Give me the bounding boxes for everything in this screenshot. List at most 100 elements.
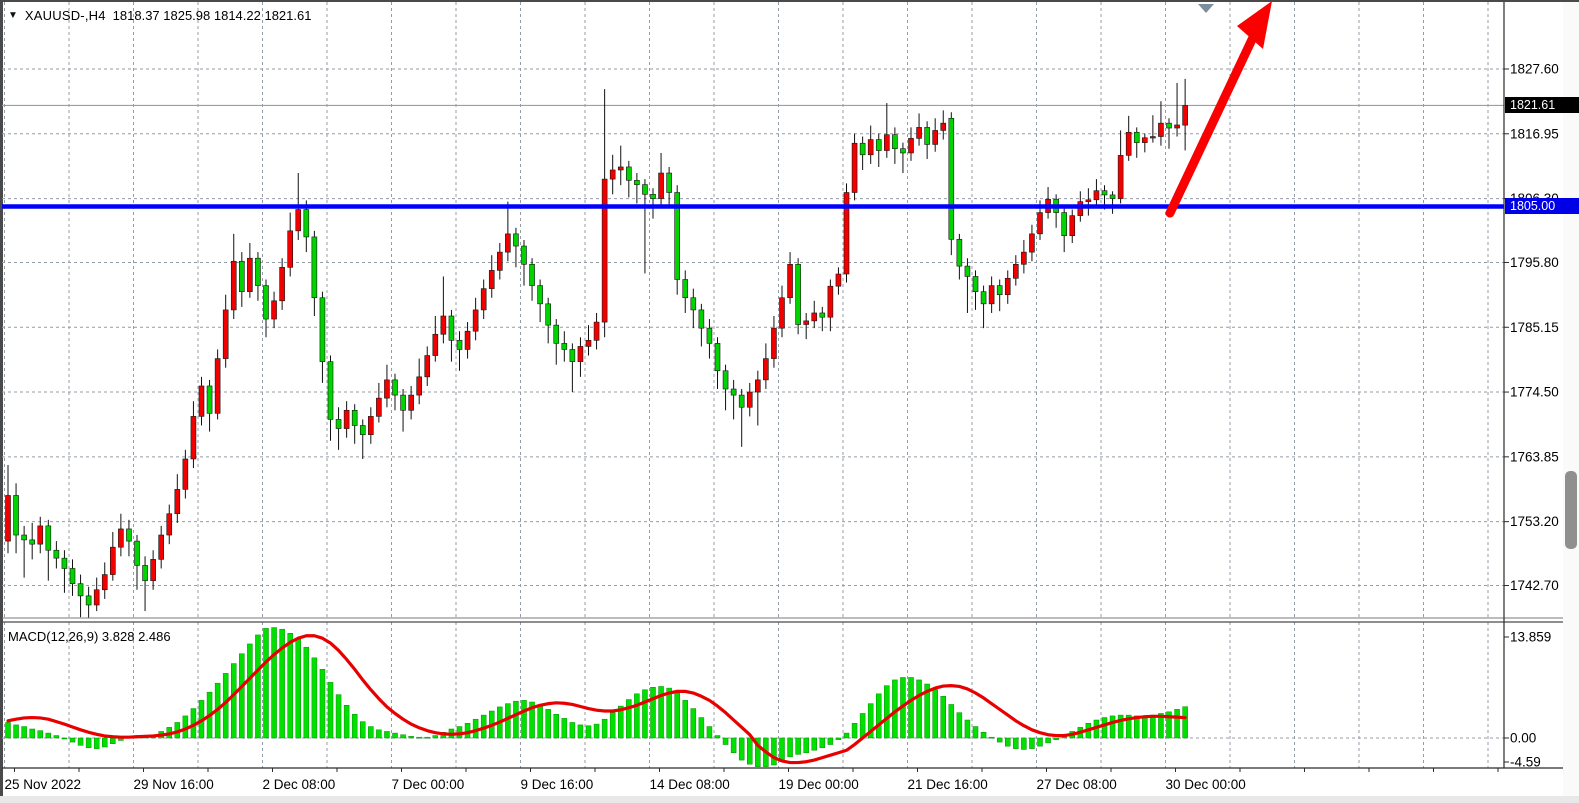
candle-body-bull [1094,191,1099,200]
macd-histogram-bar [771,738,776,765]
y-axis-label: 1753.20 [1510,514,1559,529]
candle-body-bear [264,286,269,319]
candle-body-bear [401,395,406,410]
candle-body-bear [796,264,801,324]
candle-body-bull [1126,132,1131,155]
candle-body-bear [70,568,75,583]
candle-body-bull [917,127,922,138]
candle-body-bear [860,143,865,155]
y-axis-label: 1816.95 [1510,126,1559,141]
price-chart-canvas[interactable]: 1827.601816.951806.301795.801785.151774.… [0,0,1579,803]
macd-histogram-bar [239,654,244,738]
candle-body-bear [900,149,905,153]
candle-body-bull [102,575,107,590]
candle-body-bear [538,286,543,304]
candle-body-bull [602,179,607,322]
macd-histogram-bar [876,694,881,738]
candle-body-bear [634,180,639,184]
candle-body-bear [651,194,656,198]
x-axis-label: 9 Dec 16:00 [521,777,594,792]
macd-histogram-bar [513,701,518,738]
candle-body-bear [135,541,140,565]
macd-indicator-label: MACD(12,26,9) 3.828 2.486 [8,629,171,644]
macd-histogram-bar [626,700,631,738]
hline-price-badge[interactable]: 1805.00 [1505,198,1579,214]
x-axis-label: 21 Dec 16:00 [908,777,988,792]
macd-histogram-bar [642,690,647,738]
candle-body-bull [884,135,889,151]
candle-body-bear [997,286,1002,295]
candle-body-bull [1038,213,1043,234]
macd-histogram-bar [909,677,914,738]
candle-body-bear [86,596,91,605]
candle-body-bull [610,170,615,179]
candle-body-bull [586,340,591,346]
candle-body-bull [280,267,285,300]
macd-histogram-bar [1054,738,1059,740]
macd-histogram-bar [997,738,1002,742]
candle-body-bull [836,274,841,286]
candle-body-bear [683,280,688,298]
candle-body-bull [38,526,43,544]
candle-body-bear [1110,195,1115,199]
candle-body-bull [1029,234,1034,252]
price-axis[interactable]: 1827.601816.951806.301795.801785.151774.… [1504,62,1559,594]
macd-histogram-bar [62,738,67,739]
macd-histogram-bar [820,738,825,748]
scrollbar-track[interactable] [1563,2,1579,796]
macd-histogram-bar [884,686,889,738]
macd-histogram-bar [739,738,744,760]
macd-histogram-bar [917,680,922,738]
candle [949,112,954,255]
candle-body-bear [126,529,131,541]
collapse-triangle-icon[interactable]: ▼ [8,10,18,21]
candle-body-bear [546,304,551,325]
macd-axis-label: 0.00 [1510,731,1536,746]
macd-histogram-bar [973,727,978,738]
macd-histogram-bar [1150,715,1155,738]
candle-body-bull [747,392,752,407]
macd-histogram-bar [352,714,357,738]
macd-histogram-bar [102,738,107,747]
candle-body-bull [505,234,510,252]
candle-body-bull [812,313,817,321]
macd-histogram-bar [417,737,422,738]
macd-histogram-bar [255,635,260,738]
macd-histogram-bar [46,733,51,738]
chart-window: 1827.601816.951806.301795.801785.151774.… [0,0,1579,803]
candle-body-bear [965,266,970,276]
candle-body-bear [1134,132,1139,142]
candle-body-bear [457,340,462,349]
macd-histogram-bar [723,738,728,745]
macd-histogram-bar [6,722,11,738]
candle-body-bear [876,140,881,151]
macd-histogram-bar [1175,709,1180,738]
macd-histogram-bar [860,713,865,738]
macd-histogram-bar [54,736,59,738]
candle-body-bull [941,123,946,130]
scrollbar-thumb[interactable] [1565,471,1577,549]
candle-body-bull [763,359,768,380]
candle-body-bull [247,258,252,291]
macd-histogram-bar [546,709,551,738]
candle-body-bull [175,489,180,513]
candle-body-bull [497,252,502,270]
macd-histogram-bar [1142,716,1147,738]
candle-body-bull [231,261,236,310]
x-axis-label: 29 Nov 16:00 [134,777,214,792]
macd-histogram-bar [683,700,688,738]
macd-histogram-bar [707,727,712,738]
candle-body-bear [30,540,35,544]
macd-axis-label: 13.859 [1510,630,1551,645]
candle-body-bear [562,343,567,349]
candle-body-bull [618,167,623,170]
candle-body-bear [820,313,825,317]
candle-body-bear [699,310,704,328]
macd-histogram-bar [344,705,349,738]
macd-histogram-bar [264,628,269,738]
candle-body-bull [481,289,486,310]
symbol-timeframe-label: XAUUSD-,H4 [25,8,106,23]
macd-histogram-bar [1029,738,1034,749]
candle-body-bear [78,584,83,596]
macd-histogram-bar [538,705,543,738]
